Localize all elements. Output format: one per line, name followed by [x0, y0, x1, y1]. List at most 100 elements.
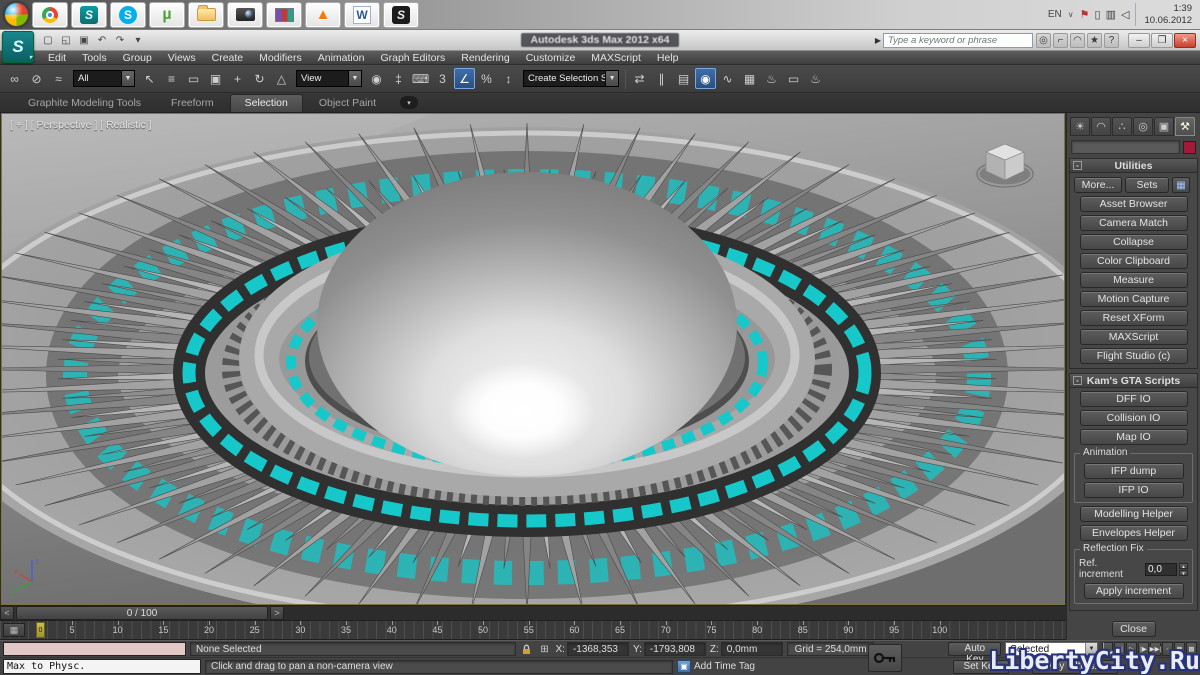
utility-button[interactable]: Asset Browser [1080, 196, 1188, 212]
maxscript-mini-listener-input[interactable]: Max to Physc. [3, 659, 201, 674]
io-button[interactable]: Collision IO [1080, 410, 1188, 426]
ref-increment-input[interactable] [1145, 563, 1177, 576]
minimize-button[interactable]: – [1128, 33, 1150, 48]
folder-icon[interactable] [188, 2, 224, 28]
more-button[interactable]: More... [1074, 177, 1122, 193]
utilities-config-icon[interactable]: ▦ [1172, 177, 1190, 193]
animation-button[interactable]: IFP dump [1084, 463, 1184, 479]
menu-item[interactable]: Animation [310, 52, 373, 64]
search-go-icon[interactable]: ▶ [875, 36, 881, 45]
layer-manager-icon[interactable]: ▤ [673, 68, 694, 89]
hierarchy-tab[interactable]: ∴ [1112, 117, 1132, 136]
select-and-manipulate-icon[interactable]: ‡ [388, 68, 409, 89]
display-tab[interactable]: ▣ [1154, 117, 1174, 136]
undo-icon[interactable]: ↶ [94, 33, 110, 48]
plug-icon[interactable]: ▯ [1095, 8, 1101, 21]
time-slider-thumb[interactable]: 0 / 100 [16, 606, 268, 620]
apply-increment-button[interactable]: Apply increment [1084, 583, 1184, 599]
help-icon[interactable]: ? [1104, 33, 1119, 48]
utility-button[interactable]: Collapse [1080, 234, 1188, 250]
helper-button[interactable]: Envelopes Helper [1080, 525, 1188, 541]
motion-tab[interactable]: ◎ [1133, 117, 1153, 136]
modify-tab[interactable]: ◠ [1091, 117, 1111, 136]
menu-item[interactable]: Group [115, 52, 160, 64]
menu-item[interactable]: Customize [518, 52, 584, 64]
redo-icon[interactable]: ↷ [112, 33, 128, 48]
x-coordinate-field[interactable]: -1368,353 [567, 642, 629, 656]
language-indicator[interactable]: EN [1048, 9, 1062, 20]
menu-item[interactable]: Graph Editors [372, 52, 453, 64]
close-utility-button[interactable]: Close [1112, 621, 1156, 637]
kams-rollout-header[interactable]: - Kam's GTA Scripts [1070, 374, 1197, 388]
track-bar[interactable]: ▦ 0 510152025303540455055606570758085909… [0, 621, 1066, 640]
clock[interactable]: 1:39 10.06.2012 [1135, 3, 1196, 26]
object-name-field[interactable] [1071, 140, 1180, 154]
utorrent-icon[interactable]: µ [149, 2, 185, 28]
keyboard-override-icon[interactable]: ⌨ [410, 68, 431, 89]
mini-curve-editor-icon[interactable]: ▦ [3, 623, 25, 637]
ribbon-tab[interactable]: Freeform [157, 95, 228, 112]
selection-lock-icon[interactable] [520, 642, 534, 656]
spinner-snap-icon[interactable]: ↕ [498, 68, 519, 89]
angle-snap-icon[interactable]: ∠ [454, 68, 475, 89]
reference-coordinate-dropdown[interactable]: View▼ [296, 70, 362, 87]
time-slider-track[interactable] [284, 606, 1066, 620]
track-bar-thumb[interactable]: 0 [36, 622, 45, 638]
use-pivot-center-icon[interactable]: ◉ [366, 68, 387, 89]
window-crossing-icon[interactable]: ▣ [205, 68, 226, 89]
vlc-icon[interactable]: ▲ [305, 2, 341, 28]
select-and-move-icon[interactable]: + [227, 68, 248, 89]
3dsmax-dark-icon[interactable]: S [383, 2, 419, 28]
spinner-down-icon[interactable]: ▼ [1179, 570, 1188, 576]
skype-icon[interactable]: S [110, 2, 146, 28]
ribbon-tab[interactable]: Graphite Modeling Tools [14, 95, 155, 112]
render-production-icon[interactable]: ♨ [805, 68, 826, 89]
selection-filter-dropdown[interactable]: All▼ [73, 70, 135, 87]
select-and-scale-icon[interactable]: △ [271, 68, 292, 89]
save-icon[interactable]: ▣ [76, 33, 92, 48]
rendered-frame-icon[interactable]: ▭ [783, 68, 804, 89]
menu-item[interactable]: MAXScript [583, 52, 649, 64]
collapse-icon[interactable]: - [1073, 161, 1082, 170]
favorites-star-icon[interactable]: ★ [1087, 33, 1102, 48]
search-binoculars-icon[interactable]: ◎ [1036, 33, 1051, 48]
collapse-icon[interactable]: - [1073, 376, 1082, 385]
ribbon-tab[interactable]: Selection [230, 94, 303, 112]
curve-editor-icon[interactable]: ∿ [717, 68, 738, 89]
named-selection-sets-dropdown[interactable]: Create Selection S ▼ [523, 70, 619, 87]
sets-button[interactable]: Sets [1125, 177, 1169, 193]
rect-selection-region-icon[interactable]: ▭ [183, 68, 204, 89]
menu-item[interactable]: Edit [40, 52, 74, 64]
prev-frame-arrow[interactable]: < [0, 606, 14, 620]
utility-button[interactable]: MAXScript [1080, 329, 1188, 345]
start-button[interactable] [4, 2, 29, 27]
create-tab[interactable]: ☀ [1070, 117, 1090, 136]
menu-item[interactable]: Modifiers [251, 52, 310, 64]
ribbon-tab[interactable]: Object Paint [305, 95, 390, 112]
utility-button[interactable]: Color Clipboard [1080, 253, 1188, 269]
project-dropdown-icon[interactable]: ▾ [130, 33, 146, 48]
bind-to-space-warp-icon[interactable]: ≈ [48, 68, 69, 89]
maxscript-mini-listener[interactable] [3, 642, 186, 656]
3dsmax-icon[interactable]: S [71, 2, 107, 28]
utility-button[interactable]: Reset XForm [1080, 310, 1188, 326]
unlink-selection-icon[interactable]: ⊘ [26, 68, 47, 89]
menu-item[interactable]: Create [204, 52, 252, 64]
perspective-viewport[interactable]: [ + ] [ Perspective ] [ Realistic ] z x … [1, 113, 1065, 605]
menu-item[interactable]: Rendering [453, 52, 517, 64]
select-and-rotate-icon[interactable]: ↻ [249, 68, 270, 89]
next-frame-arrow[interactable]: > [270, 606, 284, 620]
network-icon[interactable]: ▥ [1106, 8, 1116, 21]
close-button[interactable]: × [1174, 33, 1196, 48]
satellite-icon[interactable]: ◠ [1070, 33, 1085, 48]
winrar-icon[interactable] [266, 2, 302, 28]
utilities-rollout-header[interactable]: - Utilities [1070, 159, 1197, 173]
tray-chevron-icon[interactable]: ∨ [1068, 10, 1074, 19]
utilities-tab[interactable]: ⚒ [1175, 117, 1195, 136]
word-icon[interactable]: W [344, 2, 380, 28]
material-editor-icon[interactable]: ◉ [695, 68, 716, 89]
spinner-up-icon[interactable]: ▲ [1179, 563, 1188, 569]
align-icon[interactable]: ∥ [651, 68, 672, 89]
snaps-toggle-icon[interactable]: 3 [432, 68, 453, 89]
menu-item[interactable]: Help [649, 52, 687, 64]
